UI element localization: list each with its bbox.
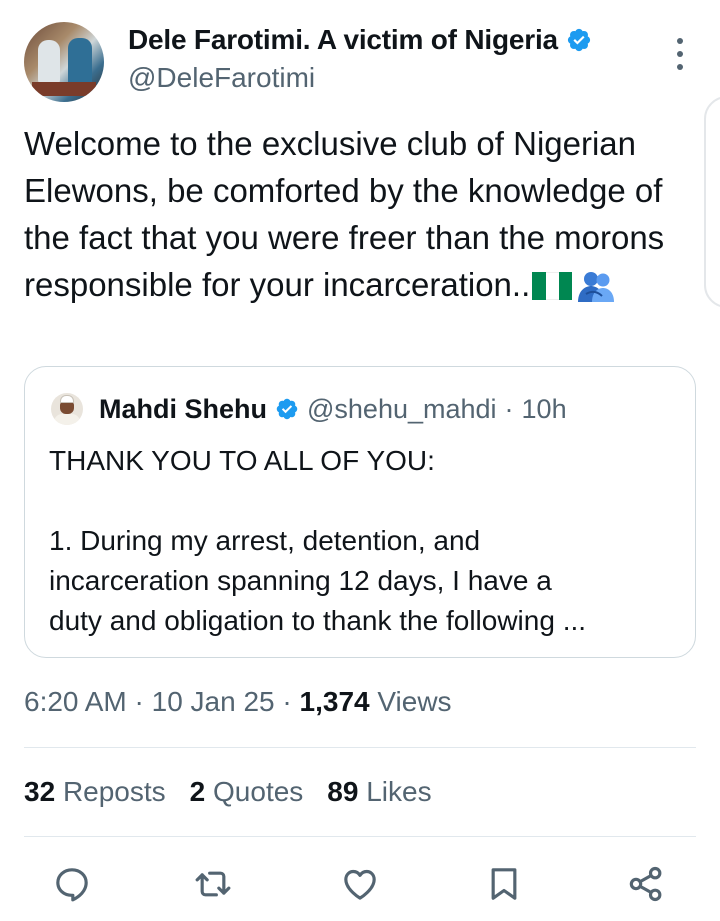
meta-separator: · [282,686,292,717]
likes-label: Likes [366,776,432,807]
author-name-row: Dele Farotimi. A victim of Nigeria [128,24,592,56]
divider [24,836,696,837]
people-hugging-icon [578,272,615,302]
repost-icon [195,871,231,897]
quotes-count: 2 [189,776,206,807]
reposts-count: 32 [24,776,56,807]
likes-stat[interactable]: 89 Likes [327,776,431,808]
like-button[interactable] [338,862,382,906]
views-label: Views [377,686,452,717]
tweet-time[interactable]: 6:20 AM [24,686,127,717]
author-display-name[interactable]: Dele Farotimi. A victim of Nigeria [128,24,558,56]
quoted-text-line: duty and obligation to thank the followi… [49,605,587,636]
bookmark-button[interactable] [482,862,526,906]
tweet-date[interactable]: 10 Jan 25 [152,686,275,717]
quoted-author-handle: @shehu_mahdi [307,393,497,424]
quotes-stat[interactable]: 2 Quotes [190,776,304,808]
quoted-age: 10h [521,393,567,424]
reply-icon [56,868,88,902]
repost-button[interactable] [191,862,235,906]
reposts-stat[interactable]: 32 Reposts [24,776,166,808]
quoted-tweet-text: THANK YOU TO ALL OF YOU: 1. During my ar… [49,441,679,641]
meta-separator: · [134,686,144,717]
share-icon [629,866,662,902]
views-count: 1,374 [299,686,370,717]
quoted-author-avatar [51,393,83,425]
side-panel-edge [704,96,720,308]
author-handle[interactable]: @DeleFarotimi [128,62,315,94]
divider [24,747,696,748]
tweet-header: Dele Farotimi. A victim of Nigeria @Dele… [24,22,696,102]
more-vertical-icon[interactable] [670,38,690,70]
quoted-tweet-card[interactable]: Mahdi Shehu @shehu_mahdi · 10h THANK YOU… [24,366,696,658]
tweet-stats: 32 Reposts 2 Quotes 89 Likes [24,776,456,808]
bookmark-icon [491,868,517,900]
author-avatar[interactable] [24,22,104,102]
reposts-label: Reposts [62,776,166,807]
quoted-text-line: 1. During my arrest, detention, and [49,525,481,556]
quotes-label: Quotes [213,776,304,807]
quoted-author-name: Mahdi Shehu [99,393,267,424]
tweet-meta: 6:20 AM · 10 Jan 25 · 1,374 Views [24,686,452,718]
quoted-separator: · [504,393,514,424]
tweet-text: Welcome to the exclusive club of Nigeria… [24,120,696,308]
action-bar [0,862,720,906]
quoted-text-line: incarceration spanning 12 days, I have a [49,565,552,596]
verified-badge-icon [567,28,591,52]
quoted-text-line: THANK YOU TO ALL OF YOU: [49,445,435,476]
like-icon [344,869,376,900]
likes-count: 89 [327,776,359,807]
quoted-tweet-header: Mahdi Shehu @shehu_mahdi · 10h [51,393,567,425]
nigeria-flag-icon [532,272,573,300]
reply-button[interactable] [50,862,94,906]
verified-badge-icon [276,398,298,420]
share-button[interactable] [624,862,668,906]
